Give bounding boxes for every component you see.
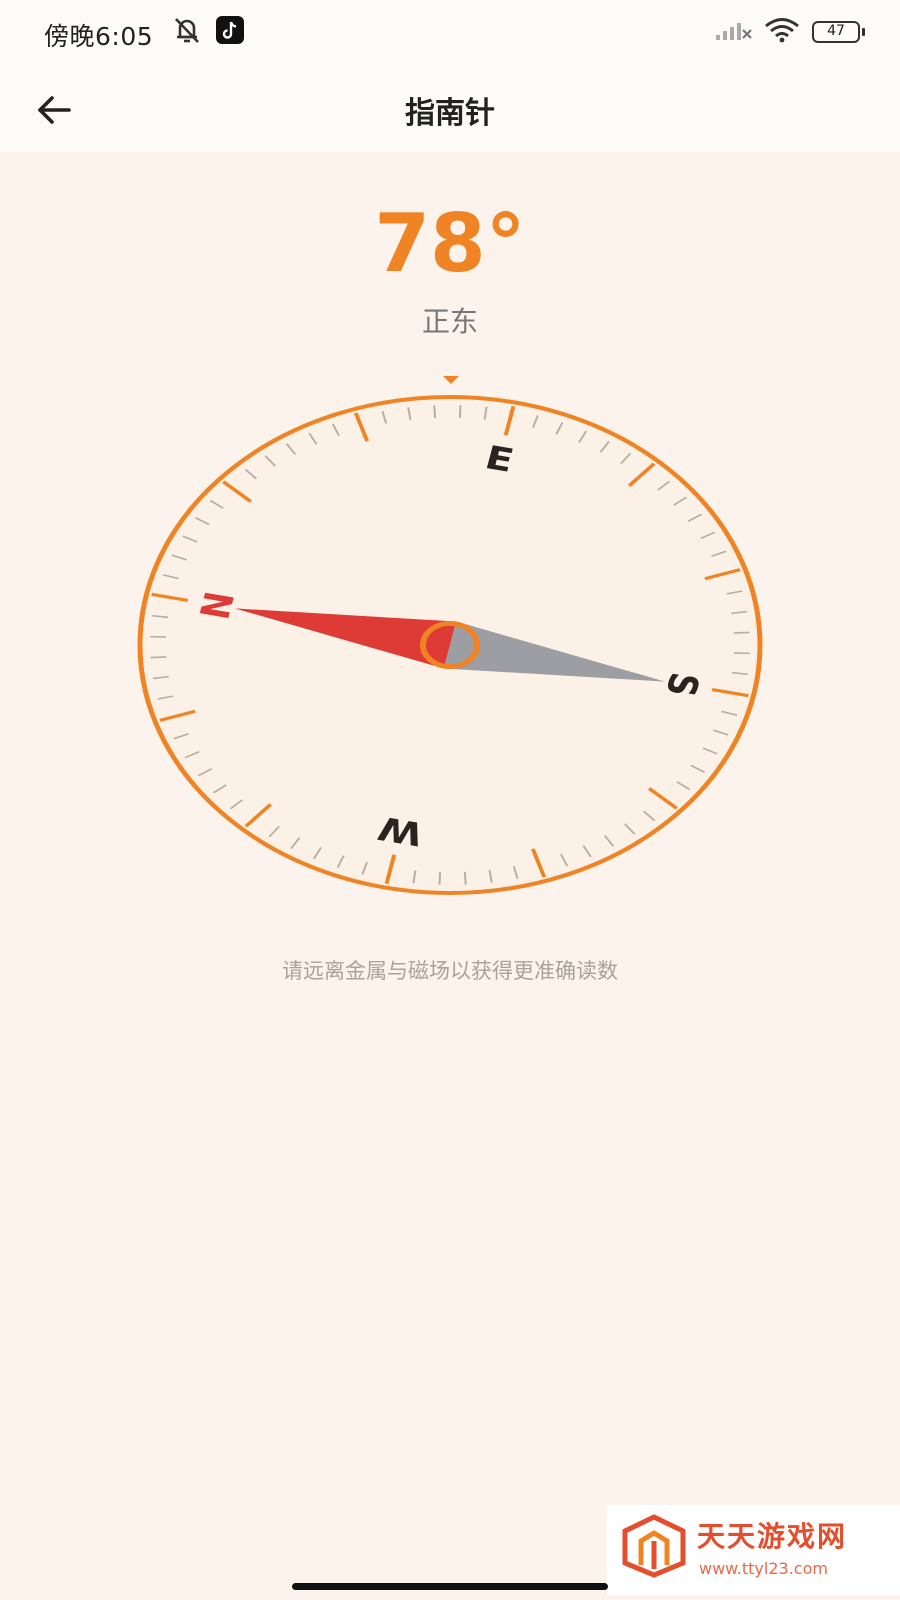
minor-tick xyxy=(433,405,437,419)
calibration-hint: 请远离金属与磁场以获得更准确读数 xyxy=(282,959,618,983)
minor-tick xyxy=(438,872,442,885)
minor-tick xyxy=(463,871,467,885)
minor-tick xyxy=(733,631,750,634)
status-bar: 傍晚6:05 47 xyxy=(0,0,900,66)
watermark-url: www.ttyl23.com xyxy=(699,1559,828,1578)
heading-marker-icon xyxy=(443,376,459,384)
signal-icon xyxy=(716,19,752,45)
app-bar: 指南针 xyxy=(0,66,900,152)
mute-bell-icon xyxy=(170,15,204,49)
heading-degrees: 78° xyxy=(374,197,526,290)
wifi-icon xyxy=(764,17,800,47)
watermark: 天天游戏网 www.ttyl23.com xyxy=(607,1505,900,1595)
watermark-title: 天天游戏网 xyxy=(697,1520,848,1553)
direction-label: 正东 xyxy=(421,305,478,338)
minor-tick xyxy=(458,405,462,418)
watermark-logo-icon xyxy=(622,1514,686,1578)
tiktok-icon xyxy=(216,16,244,48)
battery-icon: 47 xyxy=(812,21,865,43)
minor-tick xyxy=(150,656,167,659)
home-indicator[interactable] xyxy=(292,1583,608,1590)
page-title: 指南针 xyxy=(405,96,495,131)
compass-dial: N E S W xyxy=(137,376,763,896)
status-time: 傍晚6:05 xyxy=(44,22,154,51)
